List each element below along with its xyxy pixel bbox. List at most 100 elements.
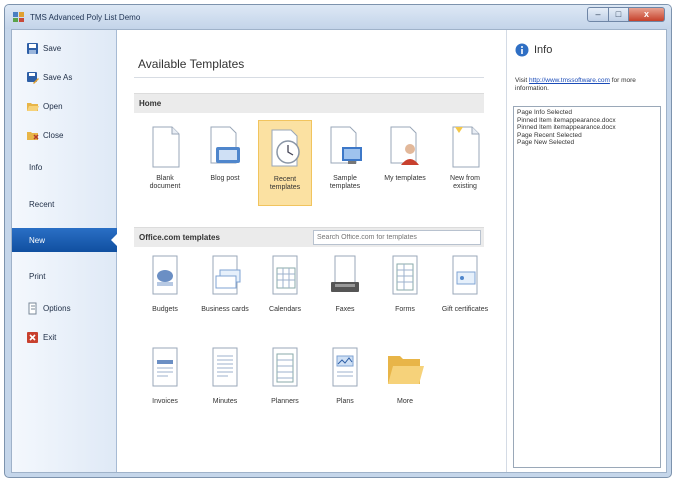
window-controls: – □ x — [587, 7, 665, 22]
sidebar-item-label: Options — [43, 303, 71, 313]
faxes-icon — [331, 255, 359, 292]
template-tile-blank-document[interactable]: Blank document — [138, 120, 192, 206]
sidebar-item-save-as[interactable]: Save As — [12, 67, 117, 87]
template-tile-minutes[interactable]: Minutes — [198, 346, 252, 426]
client-area: Save Save As Open Close Info Recent New — [11, 29, 667, 473]
tile-label: Gift certificates — [441, 306, 489, 313]
close-button[interactable]: x — [629, 7, 665, 22]
sidebar-item-label: Close — [43, 130, 64, 140]
info-header: Info — [515, 43, 552, 57]
app-window: TMS Advanced Poly List Demo – □ x Save S… — [4, 4, 672, 478]
info-panel: Info Visit http://www.tmssoftware.com fo… — [506, 30, 666, 472]
open-folder-icon — [27, 102, 39, 111]
tile-label: More — [397, 398, 413, 405]
tile-label: Plans — [336, 398, 354, 405]
log-entry: Pinned Item itemappearance.docx — [517, 124, 616, 131]
folder-icon — [388, 356, 424, 384]
invoices-icon — [152, 347, 178, 387]
close-folder-icon — [27, 131, 39, 140]
sidebar-item-open[interactable]: Open — [12, 96, 117, 116]
page-title: Available Templates — [138, 57, 245, 71]
sidebar-item-options[interactable]: Options — [12, 298, 117, 318]
template-tile-forms[interactable]: Forms — [378, 254, 432, 334]
template-tile-plans[interactable]: Plans — [318, 346, 372, 426]
office-search-input[interactable] — [313, 230, 481, 245]
tile-label: Forms — [395, 306, 415, 313]
templates-panel: Available Templates Home Blank document … — [118, 30, 506, 472]
tile-label: Budgets — [152, 306, 178, 313]
planners-icon — [272, 347, 298, 387]
visit-prefix: Visit — [515, 77, 528, 84]
sidebar-item-close[interactable]: Close — [12, 125, 117, 145]
tile-label: My templates — [384, 175, 426, 182]
tile-label: Calendars — [269, 306, 301, 313]
tile-label: Business cards — [201, 306, 249, 313]
calendars-icon — [272, 255, 298, 295]
template-tile-my-templates[interactable]: My templates — [378, 120, 432, 206]
template-tile-budgets[interactable]: Budgets — [138, 254, 192, 334]
template-tile-sample-templates[interactable]: Sample templates — [318, 120, 372, 206]
sidebar-item-label: Save — [43, 43, 62, 53]
minimize-button[interactable]: – — [587, 7, 609, 22]
sidebar-item-label: Open — [43, 101, 63, 111]
app-icon — [13, 12, 24, 22]
template-tile-planners[interactable]: Planners — [258, 346, 312, 426]
template-tile-faxes[interactable]: Faxes — [318, 254, 372, 334]
tile-label: Faxes — [335, 306, 355, 313]
blank-document-icon — [152, 126, 180, 168]
template-tile-invoices[interactable]: Invoices — [138, 346, 192, 426]
sidebar-item-new[interactable]: New — [12, 228, 118, 252]
tile-label: Blank document — [149, 175, 181, 190]
section-label: Office.com templates — [139, 233, 220, 242]
backstage-sidebar: Save Save As Open Close Info Recent New — [12, 30, 118, 472]
template-tile-business-cards[interactable]: Business cards — [198, 254, 252, 334]
tile-label: New from existing — [450, 175, 480, 190]
exit-icon — [27, 331, 38, 343]
tile-label: Invoices — [152, 398, 178, 405]
sidebar-item-label: Recent — [29, 199, 55, 209]
section-header-home: Home — [134, 93, 484, 113]
maximize-button[interactable]: □ — [609, 7, 629, 22]
save-as-icon — [27, 71, 39, 84]
log-entry: Page New Selected — [517, 139, 575, 146]
title-divider — [134, 77, 484, 78]
log-entry: Page Info Selected — [517, 109, 572, 116]
sample-templates-icon — [330, 126, 362, 164]
template-tile-blog-post[interactable]: Blog post — [198, 120, 252, 206]
new-from-existing-icon — [452, 126, 480, 168]
sidebar-item-label: Info — [29, 162, 43, 172]
template-tile-recent-templates[interactable]: Recent templates — [258, 120, 312, 206]
minutes-icon — [212, 347, 238, 387]
event-log[interactable]: Page Info Selected Pinned Item itemappea… — [513, 106, 661, 468]
template-tile-gift-certificates[interactable]: Gift certificates — [438, 254, 492, 334]
info-icon — [515, 43, 529, 57]
recent-templates-icon — [271, 129, 300, 167]
sidebar-item-save[interactable]: Save — [12, 38, 117, 58]
info-title: Info — [534, 44, 553, 56]
tile-label: Recent templates — [269, 176, 301, 191]
business-cards-icon — [212, 255, 241, 295]
blog-post-icon — [210, 126, 240, 164]
options-icon — [28, 302, 37, 314]
sidebar-item-print[interactable]: Print — [12, 266, 117, 286]
sidebar-item-exit[interactable]: Exit — [12, 327, 117, 347]
section-header-office: Office.com templates — [134, 227, 484, 247]
tile-label: Blog post — [210, 175, 240, 182]
template-tile-calendars[interactable]: Calendars — [258, 254, 312, 334]
log-entry: Page Recent Selected — [517, 131, 582, 139]
sidebar-item-label: New — [29, 235, 46, 245]
template-tile-more[interactable]: More — [378, 346, 432, 426]
sidebar-item-info[interactable]: Info — [12, 157, 117, 177]
forms-icon — [392, 255, 418, 295]
gift-certificates-icon — [452, 255, 478, 295]
template-tile-new-from-existing[interactable]: New from existing — [438, 120, 492, 206]
window-title: TMS Advanced Poly List Demo — [30, 12, 141, 22]
budgets-icon — [152, 255, 178, 295]
sidebar-item-label: Print — [29, 271, 46, 281]
sidebar-item-recent[interactable]: Recent — [12, 194, 117, 214]
info-visit-text: Visit http://www.tmssoftware.com for mor… — [515, 77, 663, 93]
tms-link[interactable]: http://www.tmssoftware.com — [529, 77, 610, 84]
tile-label: Planners — [271, 398, 299, 405]
title-bar[interactable]: TMS Advanced Poly List Demo – □ x — [5, 5, 671, 29]
save-icon — [27, 42, 38, 54]
